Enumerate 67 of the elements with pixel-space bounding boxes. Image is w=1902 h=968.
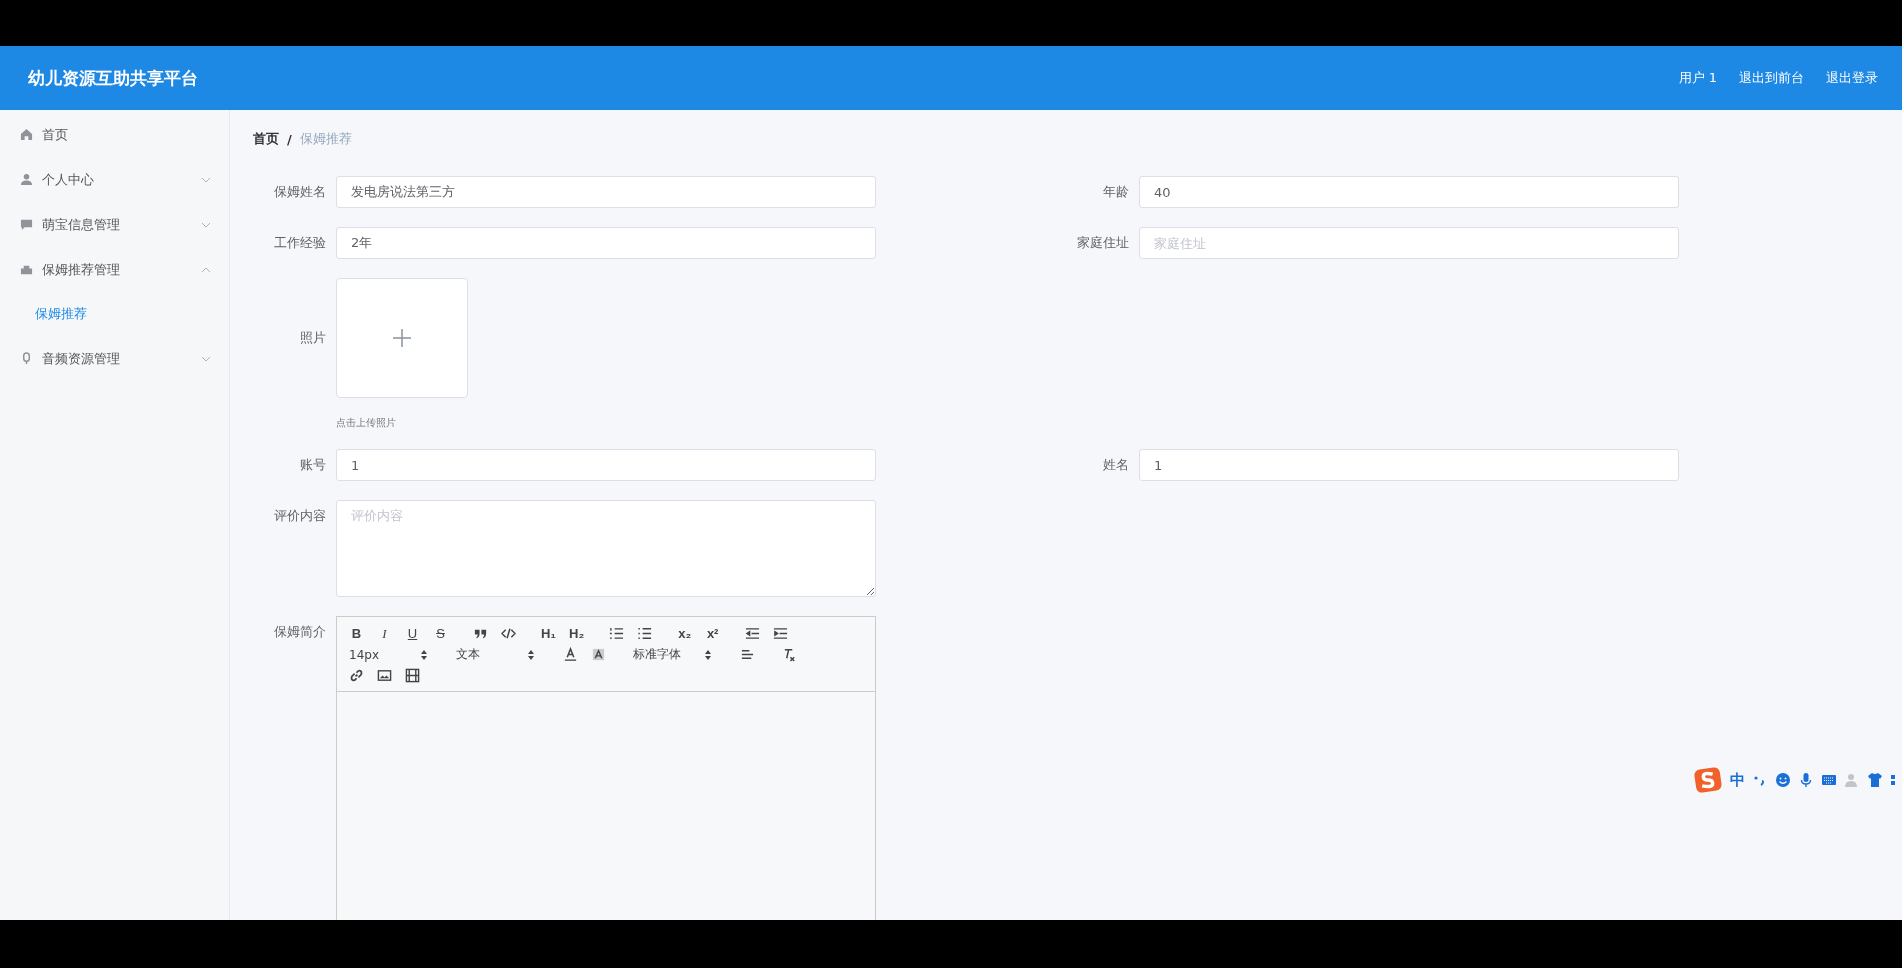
format-button[interactable]: x₂	[677, 626, 693, 641]
header-link[interactable]: 用户 1	[1678, 69, 1717, 87]
breadcrumb-separator: /	[287, 131, 292, 147]
text-color-icon[interactable]	[563, 647, 578, 662]
text-area[interactable]: 评价内容	[336, 500, 876, 597]
ime-mode[interactable]: 中	[1730, 770, 1745, 790]
input-field[interactable]: 发电房说法第三方	[336, 176, 876, 208]
field-label: 保姆姓名	[273, 183, 326, 201]
submenu-item[interactable]: 保姆推荐	[0, 292, 229, 336]
input-field[interactable]: 40	[1139, 176, 1679, 208]
upload-hint: 点击上传照片	[336, 416, 397, 430]
picker-dropdown[interactable]: 标准字体	[633, 646, 711, 663]
header-link[interactable]: 退出登录	[1826, 69, 1878, 87]
field-label: 工作经验	[273, 234, 326, 252]
field-label: 照片	[299, 329, 326, 347]
image-icon[interactable]	[377, 668, 392, 683]
up-down-arrow-icon	[528, 649, 534, 660]
smiley-icon[interactable]	[1775, 772, 1791, 788]
clear-format-icon[interactable]	[782, 647, 797, 662]
microphone-icon[interactable]	[1798, 772, 1814, 788]
home-icon	[20, 128, 33, 141]
message-icon	[20, 218, 33, 231]
video-icon[interactable]	[405, 668, 420, 683]
field-label: 姓名	[1102, 456, 1129, 474]
grid-icon[interactable]	[1890, 772, 1898, 788]
picker-dropdown[interactable]: 14px	[349, 647, 427, 662]
format-button[interactable]: H₂	[569, 626, 585, 641]
bullet-list-icon[interactable]	[637, 626, 653, 641]
menu-item[interactable]: 保姆推荐管理	[0, 247, 229, 292]
menu-item[interactable]: 首页	[0, 112, 229, 157]
menu-item[interactable]: 音频资源管理	[0, 336, 229, 381]
format-button[interactable]: I	[377, 625, 392, 642]
format-button[interactable]: B	[349, 626, 364, 641]
input-field[interactable]: 1	[336, 449, 876, 481]
field-label: 家庭住址	[1076, 234, 1129, 252]
outdent-icon[interactable]	[745, 626, 761, 641]
site-title: 幼儿资源互助共享平台	[28, 66, 198, 90]
code-icon[interactable]	[501, 626, 516, 641]
up-down-arrow-icon	[705, 649, 711, 660]
format-button[interactable]: S	[433, 626, 448, 641]
format-button[interactable]: H₁	[541, 626, 556, 641]
up-down-arrow-icon	[421, 649, 427, 660]
menu-item[interactable]: 萌宝信息管理	[0, 202, 229, 247]
briefcase-icon	[20, 263, 33, 276]
plus-icon	[392, 328, 412, 348]
menu-item[interactable]: 个人中心	[0, 157, 229, 202]
link-icon[interactable]	[349, 668, 364, 683]
shirt-icon[interactable]	[1867, 772, 1883, 788]
breadcrumb-item[interactable]: 首页	[253, 130, 279, 148]
field-label: 账号	[299, 456, 326, 474]
field-label: 评价内容	[273, 507, 326, 525]
input-field[interactable]: 家庭住址	[1139, 227, 1679, 259]
format-button[interactable]: U	[405, 626, 420, 641]
picker-dropdown[interactable]: 文本	[456, 646, 534, 663]
indent-icon[interactable]	[773, 626, 789, 641]
highlight-icon[interactable]	[591, 647, 606, 662]
ime-logo-icon[interactable]	[1693, 766, 1723, 794]
field-label: 年龄	[1102, 183, 1129, 201]
microphone-icon	[20, 352, 33, 365]
user-icon	[20, 173, 33, 186]
input-field[interactable]: 1	[1139, 449, 1679, 481]
header-link[interactable]: 退出到前台	[1739, 69, 1804, 87]
format-button[interactable]: x²	[705, 626, 721, 641]
align-left-icon[interactable]	[740, 647, 755, 662]
keyboard-icon[interactable]	[1821, 772, 1837, 788]
field-label: 保姆简介	[273, 623, 326, 641]
input-field[interactable]: 2年	[336, 227, 876, 259]
